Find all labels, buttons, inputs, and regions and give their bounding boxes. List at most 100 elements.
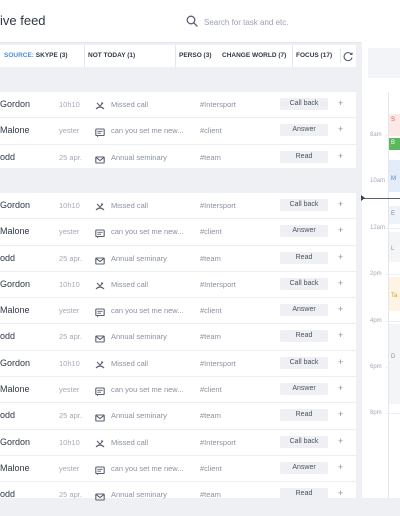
- timestamp: 25 apr.: [59, 152, 82, 162]
- mail-icon: [95, 253, 105, 265]
- filter-not-today[interactable]: NOT TODAY (1): [84, 45, 135, 67]
- tag-label[interactable]: #team: [200, 332, 221, 341]
- calendar-event[interactable]: Ta: [389, 277, 400, 311]
- missed-call-icon: [95, 200, 105, 211]
- feed-row[interactable]: Malone yester can you set me new... #client…: [0, 377, 356, 404]
- tag-label[interactable]: #Intersport: [200, 438, 236, 447]
- tag-label[interactable]: #Intersport: [200, 359, 236, 368]
- tag-label[interactable]: #team: [200, 153, 221, 162]
- calendar-event[interactable]: S: [389, 114, 400, 136]
- action-button[interactable]: Call back: [280, 277, 328, 290]
- feed-row[interactable]: Gordon 10h10 Missed call #Intersport Call ba…: [0, 430, 356, 456]
- action-button[interactable]: Answer: [280, 383, 328, 396]
- add-icon[interactable]: +: [338, 357, 343, 367]
- add-icon[interactable]: +: [338, 488, 343, 498]
- timestamp: 25 apr.: [59, 411, 82, 421]
- add-icon[interactable]: +: [338, 225, 343, 235]
- add-icon[interactable]: +: [338, 252, 343, 262]
- feed-row[interactable]: odd 25 apr. Annual seminary #team Read +: [0, 246, 356, 272]
- tag-label[interactable]: #client: [200, 306, 222, 315]
- feed-row[interactable]: Malone yester can you set me new... #client…: [0, 219, 356, 246]
- feed-row[interactable]: odd 25 apr. Annual seminary #team Read +: [0, 403, 356, 430]
- feed-row[interactable]: Gordon 10h10 Missed call #Intersport Call ba…: [0, 92, 356, 119]
- message-preview: Missed call: [111, 358, 149, 368]
- timestamp: yester: [59, 227, 80, 237]
- message-icon: [95, 463, 105, 476]
- action-button[interactable]: Call back: [280, 98, 328, 110]
- action-button[interactable]: Read: [280, 330, 328, 343]
- tag-label[interactable]: #client: [200, 126, 222, 135]
- add-icon[interactable]: +: [338, 124, 343, 134]
- add-icon[interactable]: +: [338, 462, 343, 472]
- action-button[interactable]: Call back: [280, 199, 328, 211]
- feed-row[interactable]: Gordon 10h10 Missed call #Intersport Call ba…: [0, 193, 356, 220]
- timestamp: 10h10: [59, 279, 80, 289]
- message-icon: [95, 226, 105, 239]
- hour-line: [386, 413, 400, 414]
- feed-panel: Gordon 10h10 Missed call #Intersport Call ba…: [0, 92, 356, 509]
- tag-label[interactable]: #team: [200, 490, 221, 499]
- action-button[interactable]: Read: [280, 409, 328, 422]
- action-button[interactable]: Read: [280, 150, 328, 163]
- calendar-event[interactable]: L: [389, 232, 400, 262]
- timestamp: yester: [59, 126, 80, 136]
- add-icon[interactable]: +: [338, 330, 343, 340]
- contact-name: odd: [0, 489, 16, 500]
- feed-row[interactable]: odd 25 apr. Annual seminary #team Read +: [0, 482, 356, 509]
- feed-row[interactable]: Malone yester can you set me new... #client…: [0, 118, 356, 145]
- calendar-event[interactable]: B: [389, 138, 400, 150]
- hour-line: [386, 321, 400, 322]
- add-icon[interactable]: +: [338, 304, 343, 314]
- calendar-event[interactable]: M: [389, 160, 400, 192]
- current-time-marker: [361, 195, 365, 201]
- action-button[interactable]: Answer: [280, 461, 328, 474]
- missed-call-icon: [95, 437, 105, 448]
- add-icon[interactable]: +: [338, 383, 343, 393]
- current-time-line: [362, 198, 400, 199]
- action-button[interactable]: Read: [280, 488, 328, 501]
- message-preview: Annual seminary: [111, 490, 167, 500]
- calendar-event[interactable]: D: [389, 324, 400, 404]
- filter-focus[interactable]: FOCUS (17): [292, 45, 332, 67]
- filter-change-world[interactable]: CHANGE WORLD (7): [222, 45, 286, 67]
- feed-row[interactable]: Gordon 10h10 Missed call #Intersport Call ba…: [0, 272, 356, 299]
- filter-perso[interactable]: PERSO (3): [175, 45, 212, 67]
- tag-label[interactable]: #client: [200, 385, 222, 394]
- action-button[interactable]: Call back: [280, 356, 328, 369]
- tag-label[interactable]: #Intersport: [200, 100, 236, 109]
- tag-label[interactable]: #team: [200, 411, 221, 420]
- action-button[interactable]: Answer: [280, 225, 328, 238]
- filter-source[interactable]: SOURCE: SKYPE (3): [4, 45, 68, 67]
- feed-row[interactable]: odd 25 apr. Annual seminary #team Read +: [0, 145, 356, 171]
- search-icon[interactable]: [186, 15, 198, 27]
- feed-row[interactable]: odd 25 apr. Annual seminary #team Read +: [0, 324, 356, 351]
- add-icon[interactable]: +: [338, 409, 343, 419]
- tag-label[interactable]: #Intersport: [200, 280, 236, 289]
- tag-label[interactable]: #client: [200, 464, 222, 473]
- message-preview: Missed call: [111, 437, 149, 447]
- tag-label[interactable]: #team: [200, 254, 221, 263]
- add-icon[interactable]: +: [338, 199, 343, 209]
- feed-row[interactable]: Malone yester can you set me new... #client…: [0, 456, 356, 483]
- refresh-icon[interactable]: [340, 49, 355, 63]
- add-icon[interactable]: +: [338, 278, 343, 288]
- action-button[interactable]: Read: [280, 251, 328, 264]
- search-input[interactable]: [204, 14, 394, 30]
- mail-icon: [95, 410, 105, 422]
- feed-row[interactable]: Malone yester can you set me new... #client…: [0, 298, 356, 325]
- timestamp: 25 apr.: [59, 332, 82, 342]
- action-button[interactable]: Call back: [280, 435, 328, 448]
- tag-label[interactable]: #Intersport: [200, 201, 236, 210]
- action-button[interactable]: Answer: [280, 304, 328, 317]
- calendar-event[interactable]: E: [389, 206, 400, 224]
- mail-icon: [95, 152, 105, 164]
- message-preview: Missed call: [111, 201, 149, 210]
- feed-row[interactable]: Gordon 10h10 Missed call #Intersport Call ba…: [0, 351, 356, 378]
- action-button[interactable]: Answer: [280, 124, 328, 137]
- message-preview: Missed call: [111, 279, 149, 289]
- add-icon[interactable]: +: [338, 151, 343, 161]
- add-icon[interactable]: +: [338, 98, 343, 108]
- tag-label[interactable]: #client: [200, 227, 222, 236]
- add-icon[interactable]: +: [338, 436, 343, 446]
- timestamp: yester: [59, 463, 80, 473]
